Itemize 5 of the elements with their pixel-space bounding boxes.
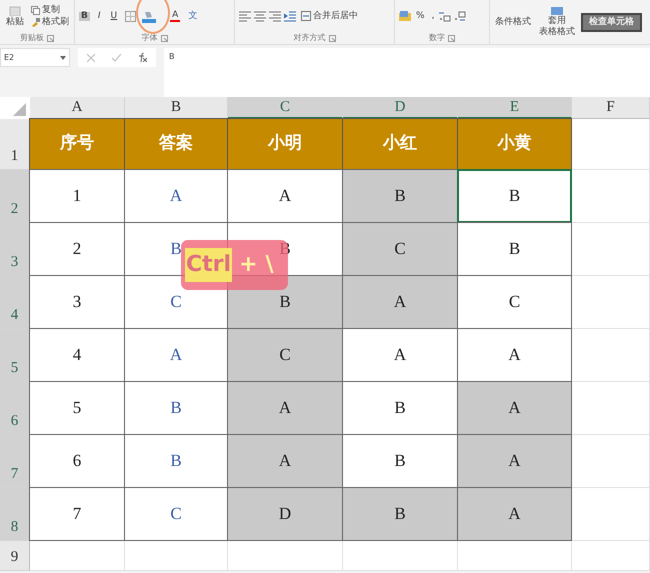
group-label: 字体: [142, 32, 158, 44]
group-label: 对齐方式: [294, 32, 326, 44]
key-label: Ctrl: [185, 248, 232, 282]
group-label: 数字: [429, 32, 445, 44]
group-label: 剪贴板: [20, 32, 44, 44]
